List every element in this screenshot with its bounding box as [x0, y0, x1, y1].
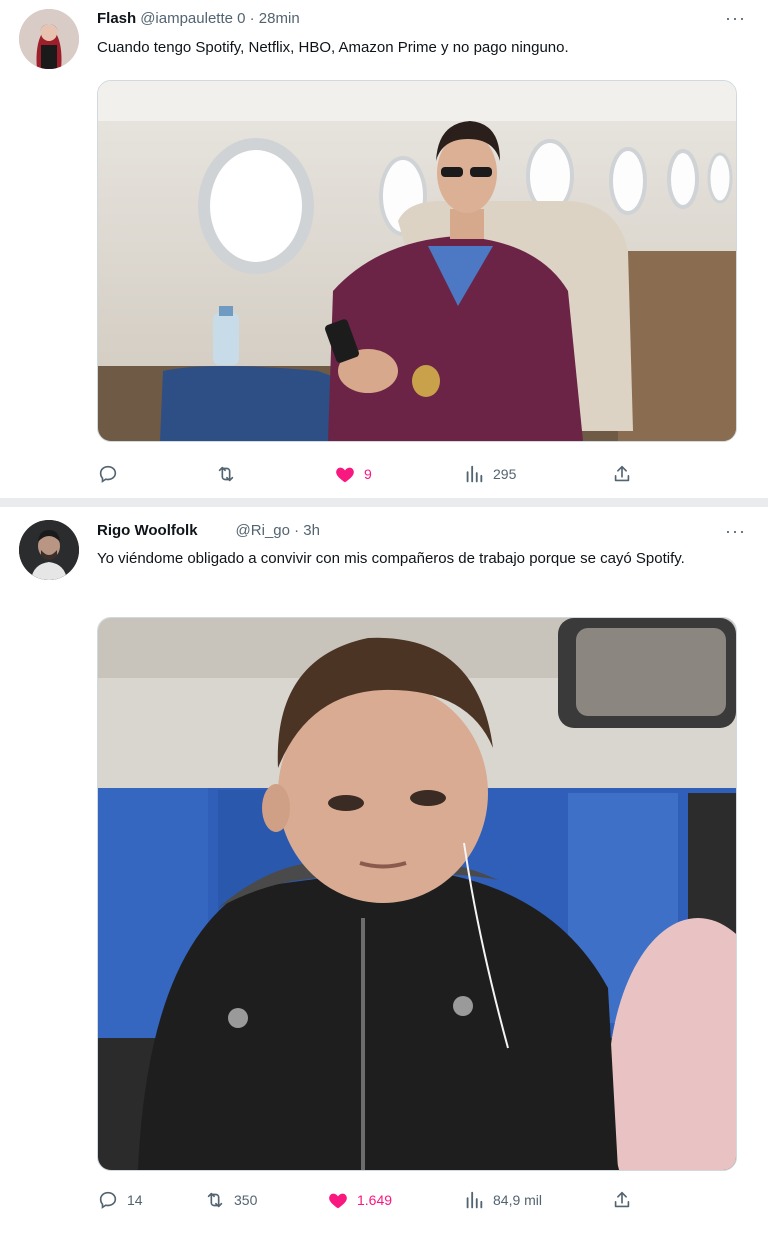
- view-count: 295: [493, 466, 517, 482]
- share-button[interactable]: [611, 1189, 633, 1211]
- heart-icon: [329, 1193, 347, 1209]
- more-icon[interactable]: ···: [725, 521, 746, 542]
- reply-icon: [99, 465, 117, 483]
- tweet-text: Cuando tengo Spotify, Netflix, HBO, Amaz…: [97, 39, 569, 56]
- views-icon: [466, 465, 483, 483]
- handle-and-time[interactable]: @Ri_go · 3h: [236, 522, 320, 539]
- retweet-icon: [207, 1192, 223, 1208]
- tweet-text: Yo viéndome obligado a convivir con mis …: [97, 550, 685, 567]
- like-button[interactable]: 1.649: [327, 1189, 392, 1211]
- heart-icon: [336, 467, 354, 483]
- tweet-media[interactable]: [97, 617, 737, 1171]
- views-button[interactable]: 84,9 mil: [463, 1189, 542, 1211]
- reply-button[interactable]: 14: [97, 1189, 143, 1211]
- airplane-photo: [98, 81, 736, 441]
- tweet-header: Rigo Woolfolk @Ri_go · 3h: [97, 522, 320, 539]
- display-name[interactable]: Rigo Woolfolk: [97, 522, 198, 539]
- retweet-button[interactable]: 350: [204, 1189, 257, 1211]
- like-count: 1.649: [357, 1192, 393, 1208]
- subway-photo: [98, 618, 736, 1170]
- action-bar: 9 295: [97, 463, 637, 487]
- action-bar: 14 350 1.649 84,9 mil: [97, 1189, 637, 1213]
- retweet-count: 350: [234, 1192, 258, 1208]
- retweet-button[interactable]: [215, 463, 245, 485]
- view-count: 84,9 mil: [493, 1192, 543, 1208]
- timeline-feed: Flash @iampaulette 0 · 28min ··· Cuando t…: [0, 0, 768, 1233]
- avatar[interactable]: [19, 9, 79, 69]
- reply-count: 14: [127, 1192, 143, 1208]
- reply-button[interactable]: [97, 463, 127, 485]
- views-icon: [466, 1191, 483, 1209]
- share-icon: [614, 465, 630, 482]
- reply-icon: [99, 1191, 117, 1209]
- like-count: 9: [364, 466, 372, 482]
- tweet-header: Flash @iampaulette 0 · 28min: [97, 10, 300, 27]
- views-button[interactable]: 295: [463, 463, 516, 485]
- share-icon: [614, 1191, 630, 1208]
- more-icon[interactable]: ···: [725, 8, 746, 29]
- tweet[interactable]: Flash @iampaulette 0 · 28min ··· Cuando t…: [0, 0, 768, 498]
- tweet[interactable]: Rigo Woolfolk @Ri_go · 3h ··· Yo viéndome…: [0, 507, 768, 1233]
- tweet-media[interactable]: [97, 80, 737, 442]
- handle-and-time[interactable]: @iampaulette 0 · 28min: [140, 10, 299, 27]
- avatar[interactable]: [19, 520, 79, 580]
- share-button[interactable]: [611, 463, 633, 485]
- retweet-icon: [218, 466, 234, 482]
- like-button[interactable]: 9: [334, 463, 372, 485]
- display-name[interactable]: Flash: [97, 10, 136, 27]
